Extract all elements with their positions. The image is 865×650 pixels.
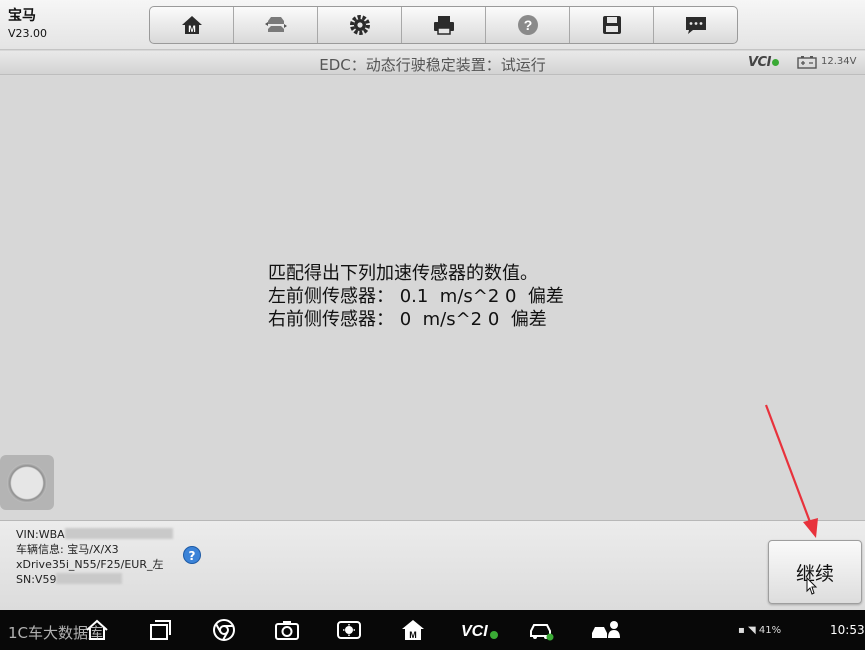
car-battery-icon	[797, 56, 817, 69]
chrome-icon[interactable]	[211, 618, 237, 642]
svg-text:M: M	[188, 24, 196, 34]
vehicle-model-text: xDrive35i_N55/F25/EUR_左	[16, 558, 164, 571]
vehicle-info: VIN:WBA 车辆信息: 宝马/X/X3 xDrive35i_N55/F25/…	[16, 527, 173, 587]
main-content: 匹配得出下列加速传感器的数值。 左前侧传感器： 0.1 m/s^2 0 偏差 右…	[0, 76, 865, 520]
page-title: EDC：动态行驶稳定装置：试运行	[319, 56, 546, 74]
gear-icon	[349, 15, 370, 35]
svg-text:VCI: VCI	[461, 623, 488, 640]
help-icon: ?	[517, 15, 538, 35]
message-line: 匹配得出下列加速传感器的数值。	[268, 263, 538, 284]
vehicle-info-text: 车辆信息: 宝马/X/X3	[16, 543, 119, 556]
notification-icon: ▪	[738, 625, 745, 636]
vin-text: VIN:WBA	[16, 528, 65, 541]
vehicle-info-bar: VIN:WBA 车辆信息: 宝马/X/X3 xDrive35i_N55/F25/…	[0, 520, 865, 610]
vehicle-swap-button[interactable]	[234, 7, 318, 43]
camera-icon[interactable]	[274, 618, 300, 642]
vci-connected-dot	[771, 59, 779, 66]
redacted-vin	[64, 528, 173, 539]
battery-voltage: 12.34V	[821, 56, 857, 67]
vehicle-info-help-icon[interactable]: ?	[183, 546, 201, 564]
recent-apps-icon[interactable]	[147, 618, 173, 642]
android-nav-bar: M VCI	[0, 610, 865, 650]
settings-button[interactable]	[318, 7, 402, 43]
watermark-text: 1C车大数据库	[8, 624, 104, 642]
vci-icon[interactable]: VCI	[460, 618, 500, 642]
wifi-icon: ◥	[747, 625, 756, 636]
home-button[interactable]: M	[150, 7, 234, 43]
app-version: V23.00	[8, 27, 48, 40]
result-message: 匹配得出下列加速传感器的数值。 左前侧传感器： 0.1 m/s^2 0 偏差 右…	[268, 262, 564, 331]
vci-label: VCI	[748, 55, 771, 70]
status-icons: ▪ ◥ 41%	[738, 625, 781, 636]
vin-row: VIN:WBA	[16, 527, 173, 542]
save-button[interactable]	[570, 7, 654, 43]
message-icon	[685, 17, 706, 34]
message-line: 左前侧传感器： 0.1 m/s^2 0 偏差	[268, 286, 564, 307]
vci-connection-status: VCI	[748, 55, 779, 70]
svg-text:?: ?	[523, 17, 532, 33]
save-icon	[602, 16, 621, 34]
clock: 10:53	[830, 623, 865, 637]
brand-block: 宝马 V23.00	[8, 7, 47, 41]
printer-icon	[433, 16, 454, 35]
message-button[interactable]	[654, 7, 737, 43]
message-line: 右前侧传感器： 0 m/s^2 0 偏差	[268, 309, 547, 330]
redacted-sn	[56, 573, 123, 584]
main-toolbar: M ?	[149, 6, 738, 44]
sn-text: SN:V59	[16, 573, 57, 586]
remote-expert-icon[interactable]	[590, 618, 624, 642]
vehicle-check-icon[interactable]	[528, 618, 554, 642]
home-icon: M	[181, 16, 202, 34]
sn-row: SN:V59	[16, 572, 173, 587]
help-button[interactable]: ?	[486, 7, 570, 43]
top-bar: 宝马 V23.00 M ?	[0, 0, 865, 50]
print-button[interactable]	[402, 7, 486, 43]
assistive-touch-icon	[7, 463, 47, 503]
display-settings-icon[interactable]	[336, 618, 362, 642]
mouse-cursor-icon	[806, 577, 818, 595]
brand-name: 宝马	[8, 8, 36, 24]
battery-percent: 41%	[758, 625, 782, 636]
svg-text:M: M	[409, 630, 417, 640]
floating-assistive-button[interactable]	[0, 455, 54, 510]
app-home-icon[interactable]: M	[400, 618, 426, 642]
function-title-bar: EDC：动态行驶稳定装置：试运行 VCI 12.34V	[0, 51, 865, 75]
vehicle-swap-icon	[264, 17, 287, 32]
